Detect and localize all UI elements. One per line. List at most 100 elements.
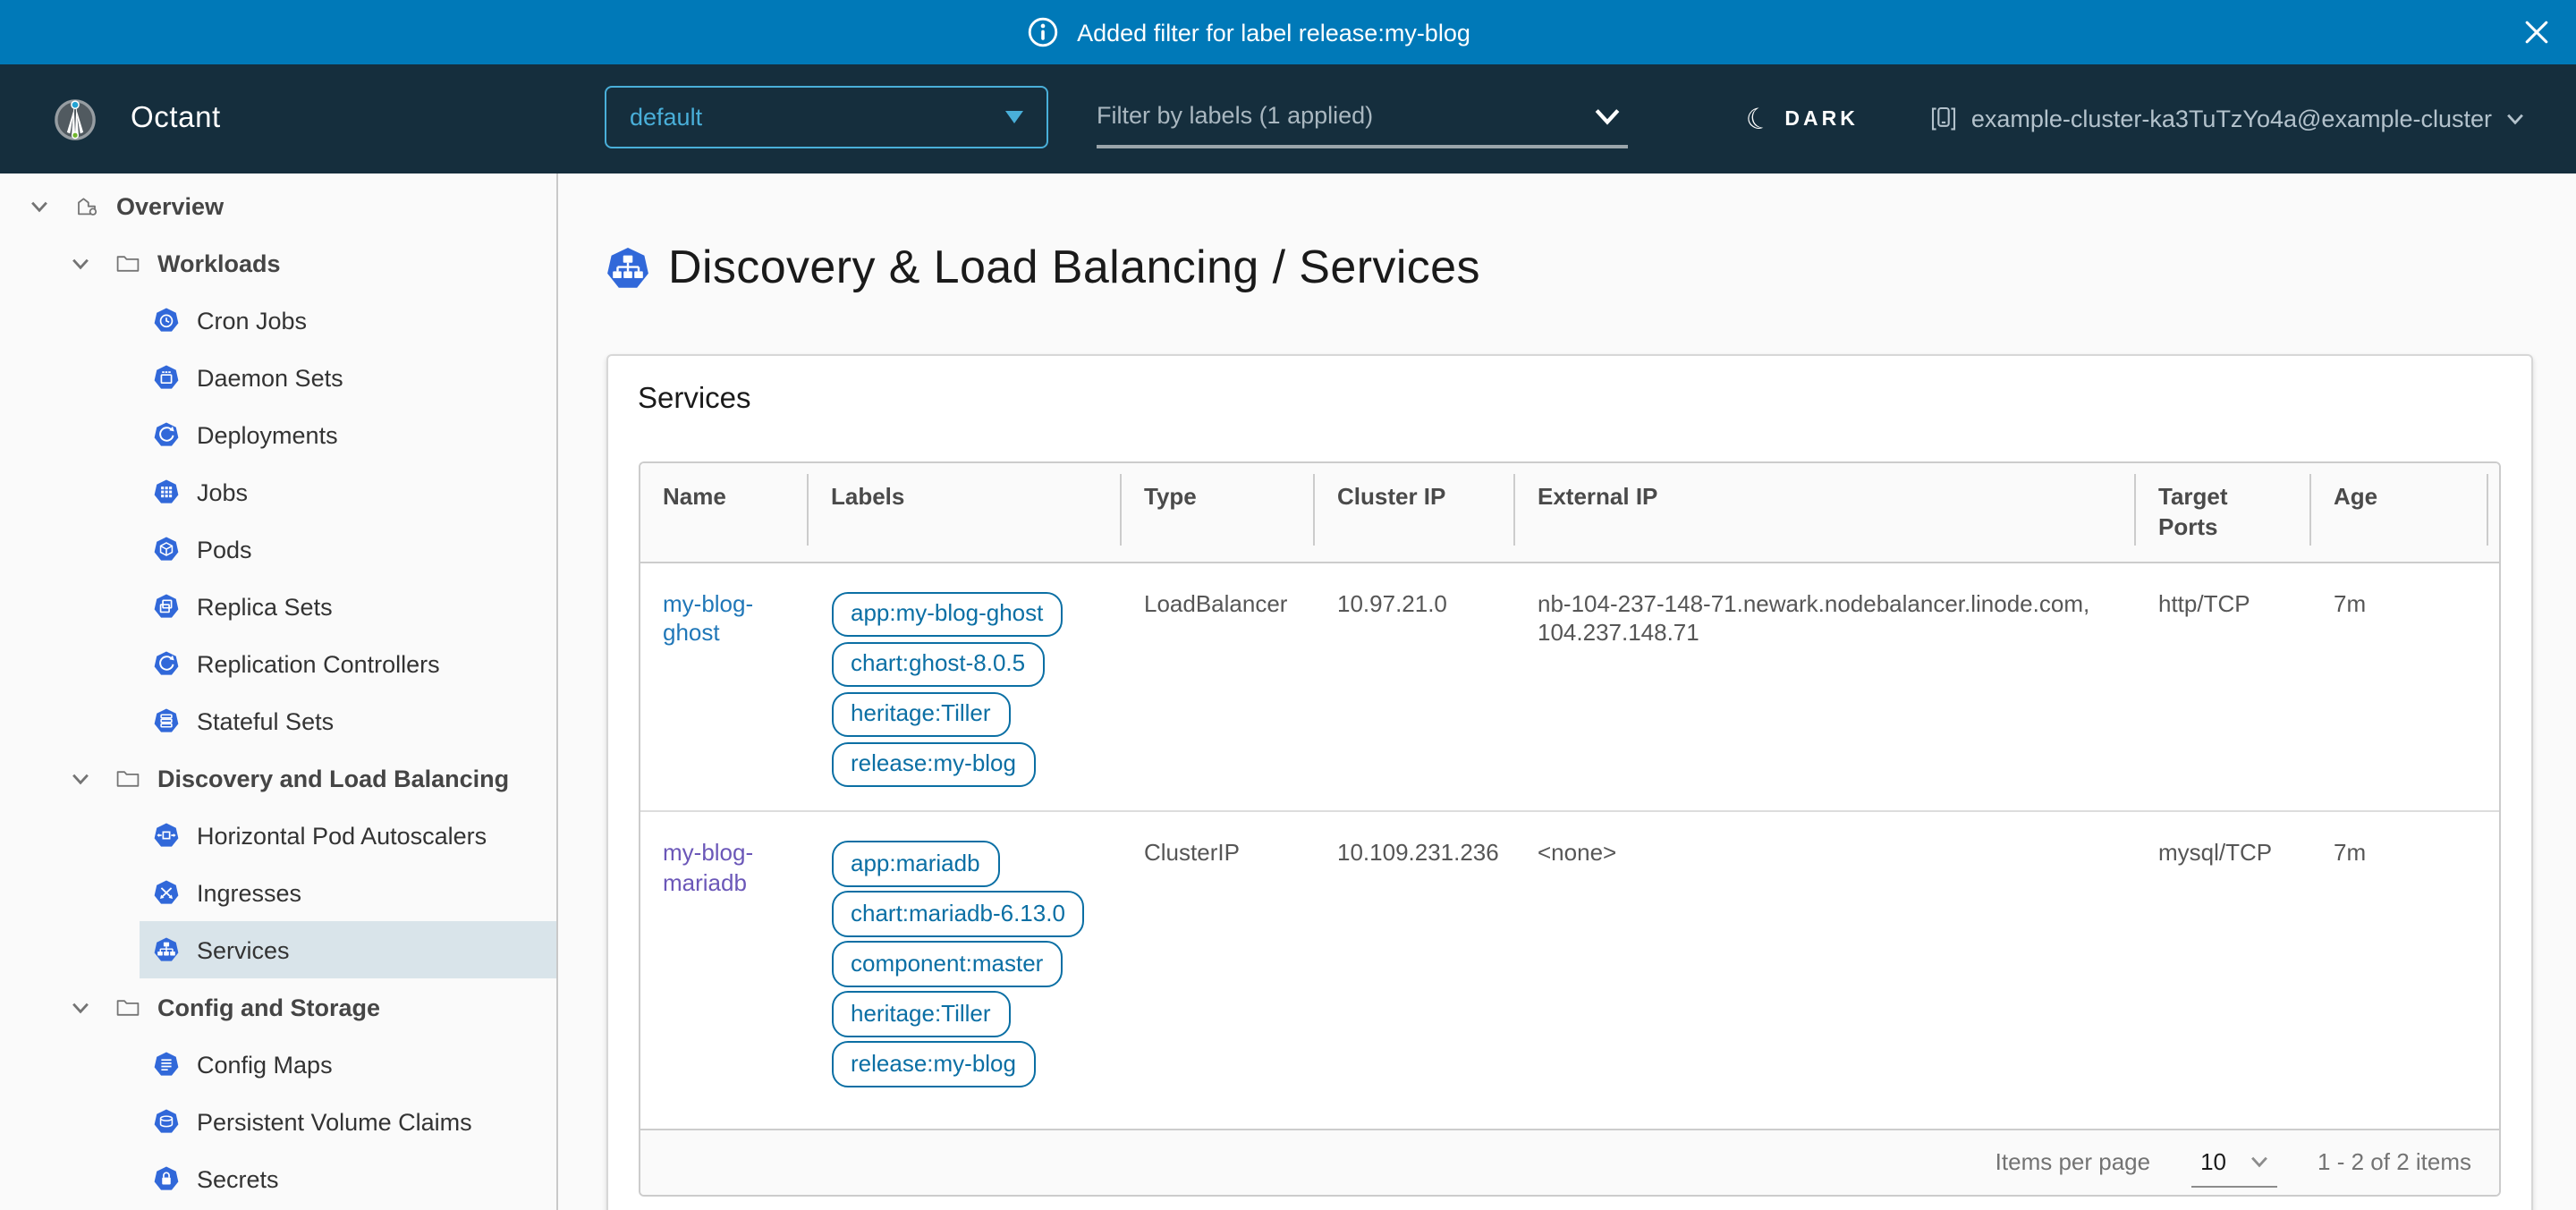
- column-header-age[interactable]: Age: [2310, 463, 2487, 562]
- cluster-context-selector[interactable]: example-cluster-ka3TuTzYo4a@example-clus…: [1930, 106, 2524, 132]
- table-row: my-blog-mariadb app:mariadb chart:mariad…: [640, 811, 2498, 1111]
- cell-cluster-ip: 10.109.231.236: [1314, 813, 1514, 1111]
- notification-bar: Added filter for label release:my-blog: [0, 0, 2576, 64]
- sidebar-item-replication-controllers[interactable]: Replication Controllers: [140, 635, 555, 692]
- folder-icon: [114, 994, 141, 1020]
- deployments-icon: [153, 422, 178, 447]
- cell-type: ClusterIP: [1121, 813, 1314, 1111]
- cluster-context-value: example-cluster-ka3TuTzYo4a@example-clus…: [1971, 106, 2492, 132]
- brand[interactable]: Octant: [54, 97, 221, 140]
- stateful-sets-icon: [153, 708, 178, 733]
- service-link[interactable]: my-blog-ghost: [663, 590, 753, 647]
- service-link[interactable]: my-blog-mariadb: [663, 840, 753, 896]
- column-header-target-ports[interactable]: Target Ports: [2135, 463, 2310, 562]
- column-header-type[interactable]: Type: [1121, 463, 1314, 562]
- page-size-value: 10: [2200, 1148, 2226, 1175]
- cell-filler: [2487, 813, 2500, 1111]
- label-filter-text: Filter by labels (1 applied): [1097, 102, 1373, 129]
- chevron-down-icon: [1594, 106, 1621, 124]
- cell-labels: app:mariadb chart:mariadb-6.13.0 compone…: [808, 813, 1121, 1111]
- sidebar-item-cron-jobs[interactable]: Cron Jobs: [140, 292, 555, 349]
- cell-target-ports: mysql/TCP: [2135, 813, 2310, 1111]
- sidebar-item-horizontal-pod-autoscalers[interactable]: Horizontal Pod Autoscalers: [140, 807, 555, 864]
- label-pill[interactable]: heritage:Tiller: [831, 992, 1011, 1037]
- chevron-down-icon[interactable]: [71, 1001, 89, 1013]
- label-pill[interactable]: chart:ghost-8.0.5: [831, 642, 1045, 688]
- services-icon: [153, 937, 178, 962]
- app-title: Octant: [131, 102, 221, 136]
- sidebar-item-pods[interactable]: Pods: [140, 520, 555, 578]
- table-header-row: Name Labels Type Cluster IP External IP …: [640, 463, 2498, 563]
- info-icon: [1027, 16, 1059, 48]
- ingresses-icon: [153, 880, 178, 905]
- notification-message: Added filter for label release:my-blog: [1077, 19, 1470, 46]
- octant-app: Added filter for label release:my-blog O…: [0, 0, 2576, 1210]
- sidebar-item-secrets[interactable]: Secrets: [140, 1150, 555, 1207]
- horizontal-pod-autoscalers-icon: [153, 823, 178, 848]
- sidebar-item-replica-sets[interactable]: Replica Sets: [140, 578, 555, 635]
- namespace-select[interactable]: default: [605, 86, 1048, 148]
- label-pill[interactable]: heritage:Tiller: [831, 692, 1011, 738]
- sidebar-group-workloads[interactable]: Workloads: [0, 234, 555, 292]
- cell-cluster-ip: 10.97.21.0: [1314, 563, 1514, 811]
- column-header-filler: [2487, 463, 2500, 562]
- app-header: Octant default Filter by labels (1 appli…: [0, 64, 2576, 173]
- cell-filler: [2487, 563, 2500, 811]
- sidebar-item-jobs[interactable]: Jobs: [140, 463, 555, 520]
- chevron-down-icon[interactable]: [30, 199, 47, 212]
- cell-labels: app:my-blog-ghost chart:ghost-8.0.5 heri…: [808, 563, 1121, 811]
- cell-age: 7m: [2310, 813, 2487, 1111]
- daemon-sets-icon: [153, 365, 178, 390]
- pods-icon: [153, 537, 178, 562]
- secrets-icon: [153, 1166, 178, 1191]
- cluster-icon: [1930, 106, 1957, 132]
- label-filter-dropdown[interactable]: Filter by labels (1 applied): [1097, 86, 1628, 148]
- label-pill[interactable]: chart:mariadb-6.13.0: [831, 892, 1085, 937]
- jobs-icon: [153, 479, 178, 504]
- config-maps-icon: [153, 1052, 178, 1077]
- folder-icon: [114, 765, 141, 791]
- pagination-range-text: 1 - 2 of 2 items: [2318, 1149, 2471, 1176]
- label-pill[interactable]: release:my-blog: [831, 1042, 1036, 1087]
- cell-age: 7m: [2310, 563, 2487, 811]
- label-pill[interactable]: component:master: [831, 942, 1063, 987]
- sidebar-item-config-maps[interactable]: Config Maps: [140, 1036, 555, 1093]
- cell-name: my-blog-mariadb: [640, 813, 808, 1111]
- sidebar-group-discovery-and-load-balancing[interactable]: Discovery and Load Balancing: [0, 749, 555, 807]
- chevron-down-icon: [2250, 1155, 2267, 1168]
- label-pill[interactable]: app:mariadb: [831, 842, 1000, 887]
- label-pill[interactable]: app:my-blog-ghost: [831, 592, 1063, 638]
- column-header-external-ip[interactable]: External IP: [1514, 463, 2135, 562]
- page-size-select[interactable]: 10: [2191, 1148, 2276, 1188]
- sidebar-item-services[interactable]: Services: [140, 921, 555, 978]
- sidebar-group-config-and-storage[interactable]: Config and Storage: [0, 978, 555, 1036]
- sidebar-item-ingresses[interactable]: Ingresses: [140, 864, 555, 921]
- replication-controllers-icon: [153, 651, 178, 676]
- chevron-down-icon[interactable]: [71, 772, 89, 784]
- sidebar-item-overview[interactable]: Overview: [0, 177, 555, 234]
- services-datagrid: Name Labels Type Cluster IP External IP …: [638, 461, 2500, 1197]
- chevron-down-icon: [2506, 113, 2524, 125]
- persistent-volume-claims-icon: [153, 1109, 178, 1134]
- sidebar-item-stateful-sets[interactable]: Stateful Sets: [140, 692, 555, 749]
- dark-theme-toggle[interactable]: ☾ DARK: [1747, 105, 1859, 133]
- column-header-name[interactable]: Name: [640, 463, 808, 562]
- column-header-labels[interactable]: Labels: [808, 463, 1121, 562]
- dark-theme-label: DARK: [1784, 108, 1858, 130]
- sidebar-item-daemon-sets[interactable]: Daemon Sets: [140, 349, 555, 406]
- caret-down-icon: [1005, 111, 1023, 123]
- services-icon: [606, 246, 648, 289]
- chevron-down-icon[interactable]: [71, 257, 89, 269]
- table-row: my-blog-ghost app:my-blog-ghost chart:gh…: [640, 563, 2498, 811]
- octant-logo-icon: [54, 97, 97, 140]
- sidebar-item-deployments[interactable]: Deployments: [140, 406, 555, 463]
- cell-external-ip: <none>: [1514, 813, 2135, 1111]
- namespace-value: default: [630, 104, 1005, 131]
- sidebar-nav: Overview Workloads Cron Jobs Daemon Sets…: [0, 173, 557, 1210]
- items-per-page-label: Items per page: [1996, 1149, 2150, 1176]
- label-pill[interactable]: release:my-blog: [831, 742, 1036, 788]
- close-icon[interactable]: [2521, 16, 2553, 48]
- cell-external-ip: nb-104-237-148-71.newark.nodebalancer.li…: [1514, 563, 2135, 811]
- column-header-cluster-ip[interactable]: Cluster IP: [1314, 463, 1514, 562]
- sidebar-item-persistent-volume-claims[interactable]: Persistent Volume Claims: [140, 1093, 555, 1150]
